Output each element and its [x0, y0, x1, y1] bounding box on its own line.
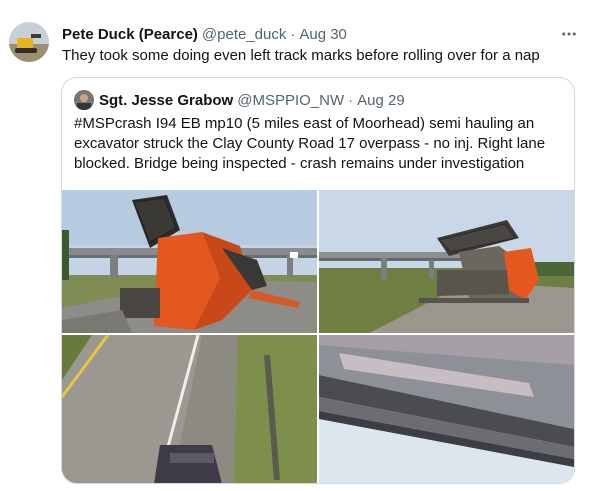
photo-overpass-underside-image [319, 335, 574, 483]
more-horizontal-icon [562, 32, 576, 36]
author-name[interactable]: Pete Duck (Pearce) [62, 26, 198, 43]
quoted-tweet-header: Sgt. Jesse Grabow @MSPPIO_NW · Aug 29 [74, 90, 564, 110]
avatar-image [9, 22, 49, 62]
quoted-avatar-image [74, 90, 94, 110]
quoted-text-line: #MSPcrash I94 EB mp10 (5 miles east of M… [74, 115, 535, 132]
tweet-date[interactable]: Aug 30 [299, 26, 347, 43]
tweet[interactable]: Pete Duck (Pearce) @pete_duck · Aug 30 T… [0, 0, 595, 491]
crash-photo-track-marks-road[interactable] [62, 335, 317, 483]
photo-grid [62, 190, 574, 483]
photo-excavator-overpass-image [319, 190, 574, 333]
quoted-author-handle[interactable]: @MSPPIO_NW [237, 92, 344, 109]
photo-overturned-excavator-image [62, 190, 317, 333]
photo-track-marks-image [62, 335, 317, 483]
crash-photo-overturned-excavator[interactable] [62, 190, 317, 333]
quoted-separator-dot: · [348, 91, 354, 109]
crash-photo-excavator-highway-overpass[interactable] [319, 190, 574, 333]
more-options-button[interactable] [557, 22, 581, 46]
quoted-avatar[interactable] [74, 90, 94, 110]
author-handle[interactable]: @pete_duck [202, 26, 286, 43]
tweet-header: Pete Duck (Pearce) @pete_duck · Aug 30 [62, 24, 585, 44]
quoted-tweet[interactable]: Sgt. Jesse Grabow @MSPPIO_NW · Aug 29 #M… [61, 77, 575, 484]
tweet-text: They took some doing even left track mar… [62, 47, 540, 64]
quoted-tweet-text: #MSPcrash I94 EB mp10 (5 miles east of M… [74, 114, 566, 174]
quoted-text-line: blocked. Bridge being inspected - crash … [74, 155, 525, 172]
crash-photo-overpass-underside[interactable] [319, 335, 574, 483]
separator-dot: · [290, 25, 296, 43]
quoted-text-line: excavator struck the Clay County Road 17… [74, 135, 546, 152]
quoted-tweet-date[interactable]: Aug 29 [357, 92, 405, 109]
avatar[interactable] [9, 22, 49, 62]
quoted-author-name[interactable]: Sgt. Jesse Grabow [99, 92, 233, 109]
